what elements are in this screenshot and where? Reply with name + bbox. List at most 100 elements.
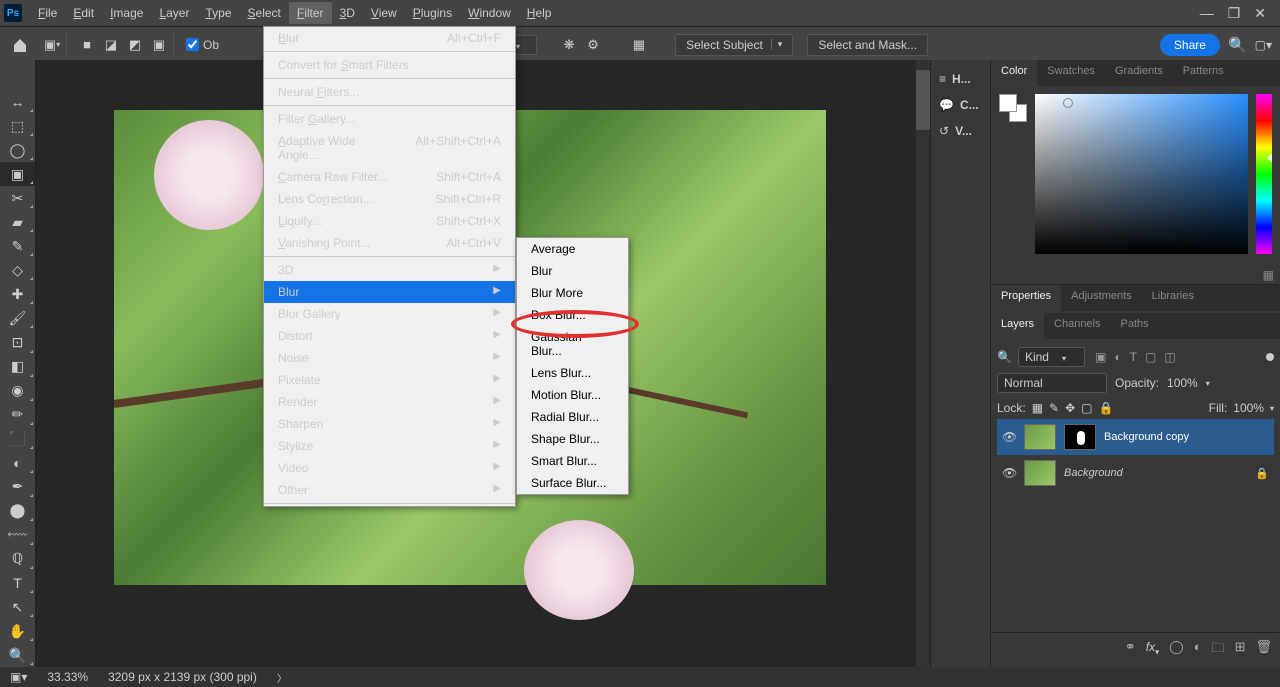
filter-smart-icon[interactable]: ◫ bbox=[1164, 350, 1175, 364]
blur-item-surface-blur-[interactable]: Surface Blur... bbox=[517, 472, 628, 494]
layer-group-icon[interactable]: 🗀 bbox=[1212, 639, 1225, 661]
tool-14[interactable]: ⬛ bbox=[0, 427, 35, 451]
menu-layer[interactable]: Layer bbox=[151, 2, 197, 24]
tool-23[interactable]: 🔍 bbox=[0, 643, 35, 667]
select-subject-button[interactable]: Select Subject▾ bbox=[675, 34, 793, 56]
object-aware-checkbox[interactable] bbox=[186, 38, 199, 51]
delete-layer-icon[interactable]: 🗑 bbox=[1255, 639, 1272, 661]
collapsed-panel-H...[interactable]: ≡H... bbox=[931, 66, 990, 92]
tool-17[interactable]: ⬤ bbox=[0, 499, 35, 523]
adjustment-layer-icon[interactable]: ◐ bbox=[1194, 639, 1202, 661]
layer-background[interactable]: 👁Background🔒 bbox=[997, 455, 1274, 491]
tab-properties[interactable]: Properties bbox=[991, 285, 1061, 311]
lock-artboard-icon[interactable]: ▢ bbox=[1081, 401, 1092, 415]
restore-icon[interactable]: ❐ bbox=[1228, 5, 1241, 22]
blur-item-lens-blur-[interactable]: Lens Blur... bbox=[517, 362, 628, 384]
tool-21[interactable]: ↖ bbox=[0, 595, 35, 619]
menu-plugins[interactable]: Plugins bbox=[405, 2, 460, 24]
tool-2[interactable]: ◯ bbox=[0, 138, 35, 162]
tool-6[interactable]: ✎ bbox=[0, 234, 35, 258]
fill-chevron[interactable]: ▾ bbox=[1270, 404, 1274, 413]
filter-item-noise[interactable]: Noise▶ bbox=[264, 347, 515, 369]
filter-item-adaptive-wide-angle-[interactable]: Adaptive Wide Angle...Alt+Shift+Ctrl+A bbox=[264, 130, 515, 166]
menu-3d[interactable]: 3D bbox=[332, 2, 363, 24]
timeline-icon[interactable]: ▣▾ bbox=[10, 670, 27, 684]
filter-item-blur[interactable]: BlurAlt+Ctrl+F bbox=[264, 27, 515, 49]
opacity-value[interactable]: 100% bbox=[1167, 376, 1198, 390]
new-layer-icon[interactable]: ⊞ bbox=[1235, 639, 1246, 661]
add-selection-icon[interactable]: ◪ bbox=[101, 35, 121, 55]
refine-hair-icon[interactable]: ❋ bbox=[559, 35, 579, 55]
menu-help[interactable]: Help bbox=[519, 2, 560, 24]
filter-item-vanishing-point-[interactable]: Vanishing Point...Alt+Ctrl+V bbox=[264, 232, 515, 254]
tool-8[interactable]: ✚ bbox=[0, 282, 35, 306]
subtract-selection-icon[interactable]: ◩ bbox=[125, 35, 145, 55]
workspace-switcher-icon[interactable]: ▢▾ bbox=[1255, 38, 1272, 52]
blur-item-box-blur-[interactable]: Box Blur... bbox=[517, 304, 628, 326]
lock-position-icon[interactable]: ✥ bbox=[1065, 401, 1075, 415]
tab-paths[interactable]: Paths bbox=[1111, 313, 1159, 339]
tool-1[interactable]: ⬚ bbox=[0, 114, 35, 138]
collapsed-panel-V...[interactable]: ↺V... bbox=[931, 118, 990, 144]
tool-7[interactable]: ◇ bbox=[0, 258, 35, 282]
menu-type[interactable]: Type bbox=[197, 2, 239, 24]
lock-pixels-icon[interactable]: ▦ bbox=[1032, 401, 1043, 415]
visibility-icon[interactable]: 👁 bbox=[1002, 466, 1016, 480]
lock-all-icon[interactable]: 🔒 bbox=[1099, 401, 1114, 415]
status-zoom[interactable]: 33.33% bbox=[47, 670, 88, 684]
blur-item-blur[interactable]: Blur bbox=[517, 260, 628, 282]
tool-20[interactable]: T bbox=[0, 571, 35, 595]
mask-thumbnail[interactable] bbox=[1064, 424, 1096, 450]
blur-item-blur-more[interactable]: Blur More bbox=[517, 282, 628, 304]
filter-toggle[interactable] bbox=[1266, 353, 1274, 361]
close-icon[interactable]: ✕ bbox=[1254, 5, 1266, 22]
tool-preset-picker[interactable]: ▣▾ bbox=[42, 35, 62, 55]
layer-filter-select[interactable]: Kind ▾ bbox=[1018, 347, 1085, 367]
filter-shape-icon[interactable]: ▢ bbox=[1145, 350, 1156, 364]
link-layers-icon[interactable]: ⚭ bbox=[1125, 639, 1136, 661]
menu-window[interactable]: Window bbox=[460, 2, 519, 24]
settings-icon[interactable]: ⚙ bbox=[583, 35, 603, 55]
tab-libraries[interactable]: Libraries bbox=[1142, 285, 1204, 311]
filter-item-pixelate[interactable]: Pixelate▶ bbox=[264, 369, 515, 391]
tool-19[interactable]: ℚ bbox=[0, 547, 35, 571]
tab-color[interactable]: Color bbox=[991, 60, 1037, 86]
filter-item-render[interactable]: Render▶ bbox=[264, 391, 515, 413]
tab-patterns[interactable]: Patterns bbox=[1173, 60, 1234, 86]
filter-type-icon[interactable]: T bbox=[1130, 350, 1137, 364]
filter-item-neural-filters-[interactable]: Neural Filters... bbox=[264, 81, 515, 103]
filter-item-distort[interactable]: Distort▶ bbox=[264, 325, 515, 347]
blur-item-average[interactable]: Average bbox=[517, 238, 628, 260]
filter-item-3d[interactable]: 3D▶ bbox=[264, 259, 515, 281]
menu-edit[interactable]: Edit bbox=[65, 2, 102, 24]
tab-layers[interactable]: Layers bbox=[991, 313, 1044, 339]
layer-mask-icon[interactable]: ◯ bbox=[1169, 639, 1184, 661]
tool-12[interactable]: ◉ bbox=[0, 379, 35, 403]
blur-item-radial-blur-[interactable]: Radial Blur... bbox=[517, 406, 628, 428]
fg-color-swatch[interactable] bbox=[999, 94, 1017, 112]
tool-10[interactable]: ⊡ bbox=[0, 330, 35, 354]
blend-mode-select[interactable]: Normal bbox=[997, 373, 1107, 393]
menu-filter[interactable]: Filter bbox=[289, 2, 332, 24]
tool-15[interactable]: ◐ bbox=[0, 451, 35, 475]
minimize-icon[interactable]: — bbox=[1200, 5, 1214, 22]
tool-18[interactable]: ⬳ bbox=[0, 523, 35, 547]
blur-item-smart-blur-[interactable]: Smart Blur... bbox=[517, 450, 628, 472]
new-selection-icon[interactable]: ■ bbox=[77, 35, 97, 55]
blur-item-shape-blur-[interactable]: Shape Blur... bbox=[517, 428, 628, 450]
filter-item-liquify-[interactable]: Liquify...Shift+Ctrl+X bbox=[264, 210, 515, 232]
menu-image[interactable]: Image bbox=[102, 2, 151, 24]
layer-background-copy[interactable]: 👁Background copy bbox=[997, 419, 1274, 455]
fg-bg-swatches[interactable] bbox=[999, 94, 1027, 122]
filter-item-camera-raw-filter-[interactable]: Camera Raw Filter...Shift+Ctrl+A bbox=[264, 166, 515, 188]
color-field[interactable] bbox=[1035, 94, 1248, 254]
filter-adjust-icon[interactable]: ◐ bbox=[1114, 350, 1121, 364]
status-chevron[interactable]: 〉 bbox=[277, 670, 287, 685]
tab-swatches[interactable]: Swatches bbox=[1037, 60, 1105, 86]
blur-item-gaussian-blur-[interactable]: Gaussian Blur... bbox=[517, 326, 628, 362]
filter-item-blur[interactable]: Blur▶ bbox=[264, 281, 515, 303]
tab-adjustments[interactable]: Adjustments bbox=[1061, 285, 1142, 311]
layer-thumbnail[interactable] bbox=[1024, 460, 1056, 486]
share-button[interactable]: Share bbox=[1160, 34, 1220, 56]
tool-13[interactable]: ✏ bbox=[0, 403, 35, 427]
